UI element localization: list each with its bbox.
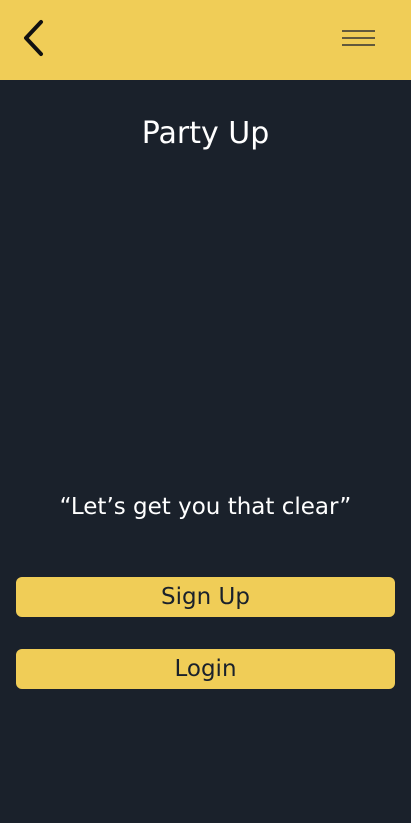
hamburger-menu-icon [342, 30, 375, 46]
app-bar [0, 0, 411, 80]
chevron-left-icon [24, 20, 43, 56]
page-title: Party Up [141, 116, 270, 151]
menu-button[interactable] [334, 18, 384, 58]
tagline-text: “Let’s get you that clear” [59, 494, 352, 520]
back-button[interactable] [14, 14, 58, 62]
sign-up-button[interactable]: Sign Up [16, 577, 395, 617]
login-button[interactable]: Login [16, 649, 395, 689]
